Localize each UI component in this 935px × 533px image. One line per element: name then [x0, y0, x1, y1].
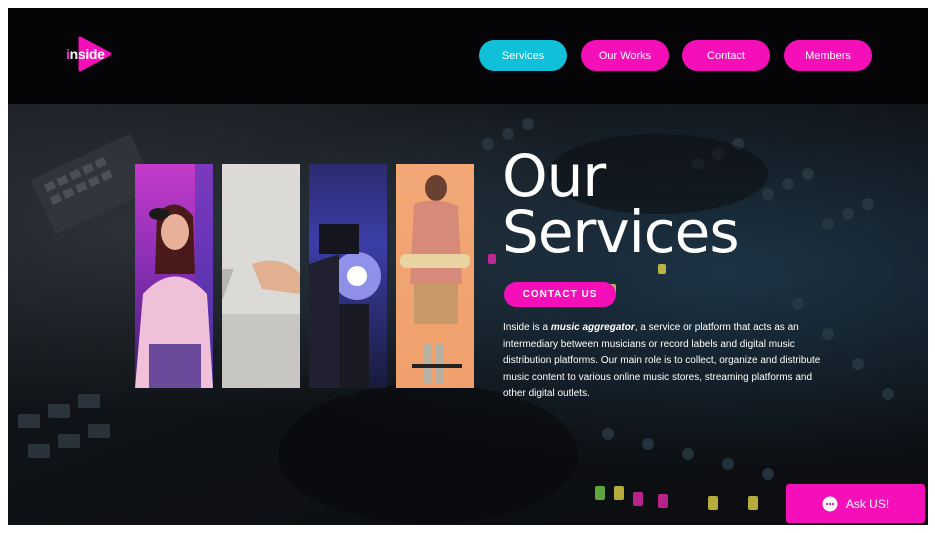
photo-laptop: [172, 164, 300, 388]
ask-us-label: Ask US!: [845, 496, 890, 511]
desc-emphasis: music aggregator: [550, 322, 635, 333]
nav-members-button[interactable]: Members: [784, 40, 872, 71]
contact-us-button[interactable]: CONTACT US: [504, 282, 616, 307]
photo-singer: [135, 164, 213, 388]
nav-our-works-button[interactable]: Our Works: [581, 40, 669, 71]
chat-bubble-icon: [822, 496, 838, 511]
inside-logo[interactable]: inside: [64, 36, 120, 72]
nav-services-button[interactable]: Services: [479, 40, 567, 71]
hero-description: Inside is a music aggregator, a service …: [503, 322, 821, 399]
hero-title-line1: Our: [502, 142, 606, 210]
nav-contact-button[interactable]: Contact: [682, 40, 770, 71]
page-frame: inside Services Our Works Contact Member…: [8, 8, 928, 525]
logo-wordmark: inside: [66, 46, 105, 62]
photo-guitarist: [396, 164, 474, 388]
ask-us-chat-button[interactable]: Ask US!: [786, 484, 925, 523]
photo-camera-operator: [309, 164, 387, 388]
hero-title-line2: Services: [502, 198, 740, 266]
hero-title: Our Services: [502, 142, 822, 266]
site-header: inside Services Our Works Contact Member…: [8, 8, 928, 104]
